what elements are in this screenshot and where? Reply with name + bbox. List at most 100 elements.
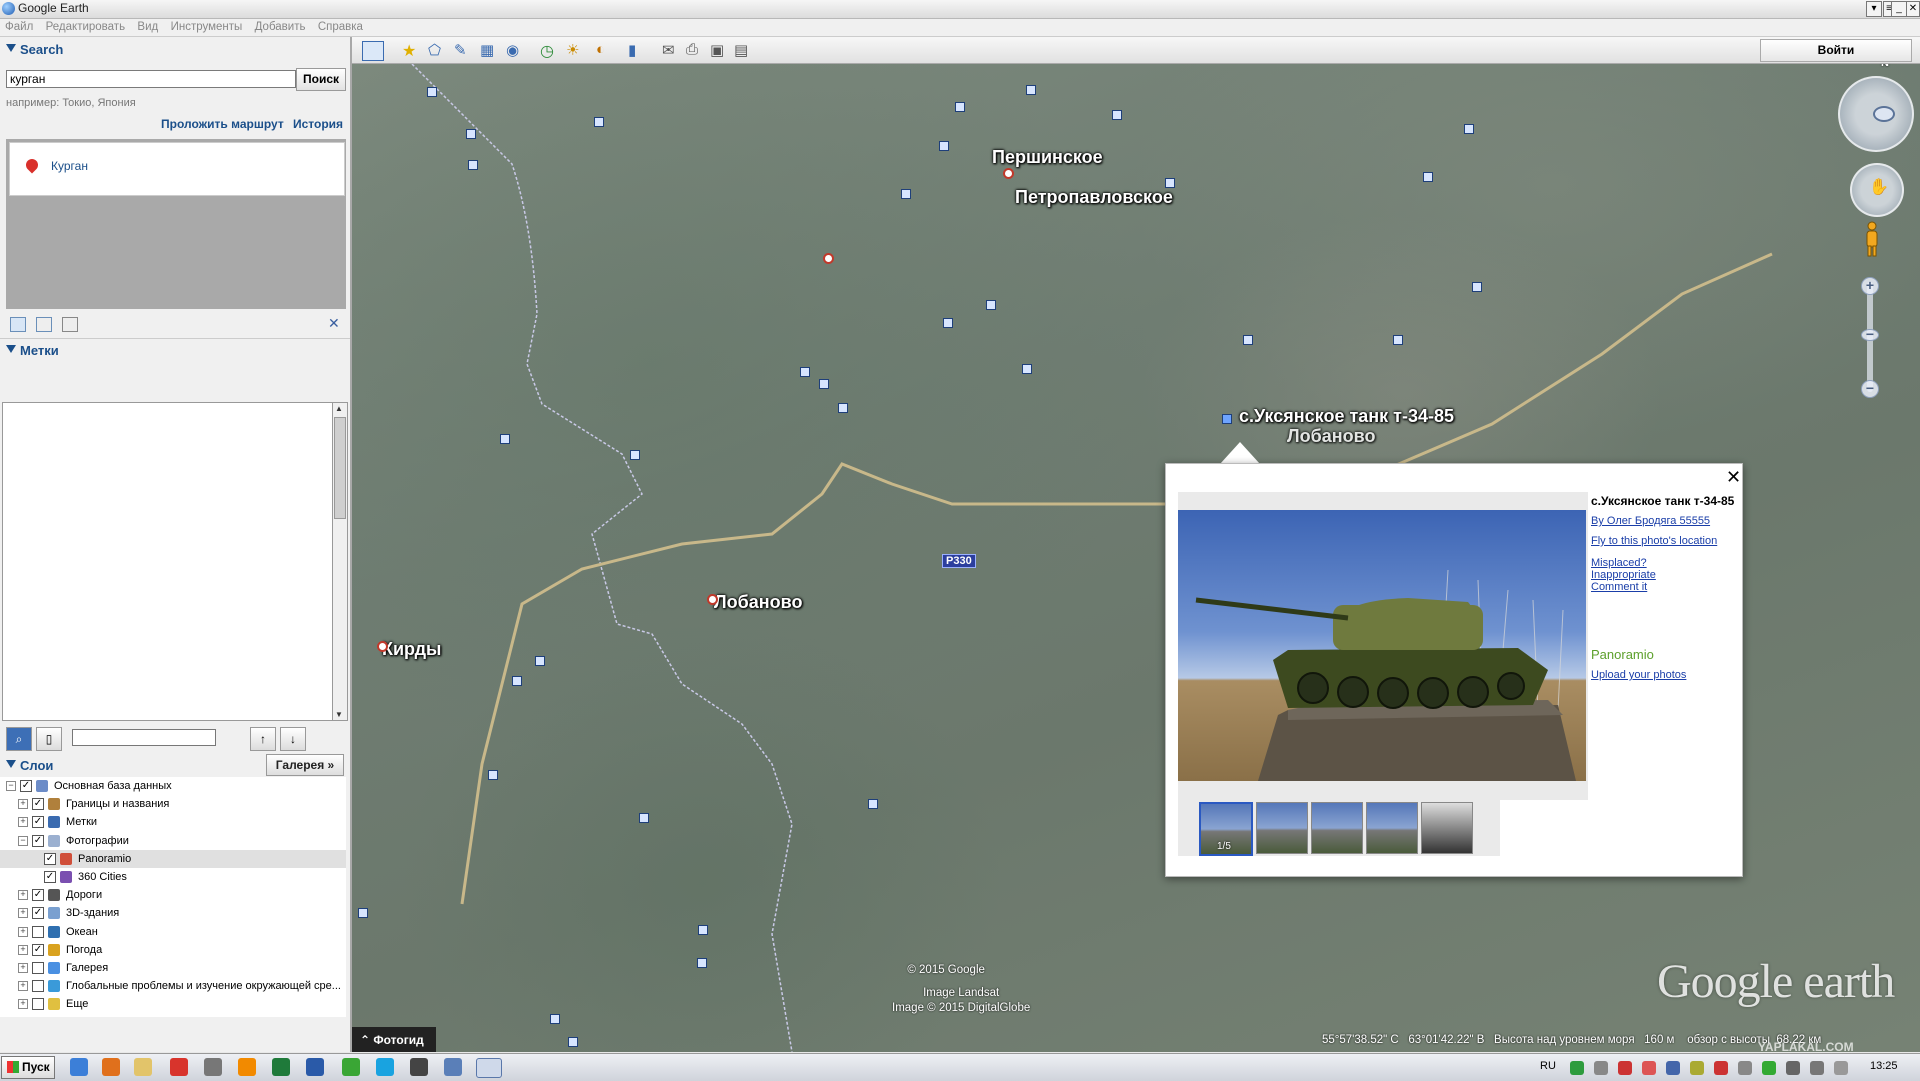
photo-thumbnail[interactable] [1421, 802, 1473, 854]
layer-checkbox[interactable]: ✓ [32, 943, 44, 956]
gallery-button[interactable]: Галерея » [266, 754, 344, 776]
skype-icon[interactable] [376, 1058, 394, 1076]
menu-file[interactable]: Файл [0, 20, 37, 33]
utorrent-icon[interactable] [342, 1058, 360, 1076]
vlc-icon[interactable] [238, 1058, 256, 1076]
village-marker[interactable] [1423, 172, 1433, 182]
layer-item[interactable]: + ✓ 3D-здания [0, 904, 346, 922]
expand-icon[interactable]: + [18, 908, 28, 919]
layer-item[interactable]: + ✓ Дороги [0, 886, 346, 904]
expand-icon[interactable]: + [18, 926, 28, 937]
planets-icon[interactable]: ◐ [596, 41, 616, 59]
village-marker[interactable] [488, 770, 498, 780]
add-path-icon[interactable]: ✎ [454, 41, 474, 59]
village-marker[interactable] [1243, 335, 1253, 345]
email-icon[interactable]: ✉ [662, 41, 682, 59]
village-marker[interactable] [819, 379, 829, 389]
village-marker[interactable] [986, 300, 996, 310]
layer-checkbox[interactable] [32, 925, 44, 938]
village-marker[interactable] [466, 129, 476, 139]
village-marker[interactable] [955, 102, 965, 112]
close-icon[interactable]: ✕ [328, 315, 340, 332]
village-marker[interactable] [800, 367, 810, 377]
places-scrollbar[interactable]: ▲ ▼ [332, 402, 348, 721]
add-polygon-icon[interactable]: ⬠ [428, 41, 448, 59]
tray-icon[interactable] [1570, 1061, 1584, 1075]
layer-checkbox[interactable] [32, 962, 44, 974]
arrow-down-icon[interactable]: ↓ [280, 727, 306, 751]
layer-item[interactable]: − ✓ Фотографии [0, 832, 346, 850]
search-input[interactable] [6, 70, 296, 88]
village-marker[interactable] [358, 908, 368, 918]
tray-icon[interactable] [1666, 1061, 1680, 1075]
place-label-pershinskoe[interactable]: Першинское [992, 147, 1103, 168]
ruler-icon[interactable]: ▮ [628, 41, 648, 59]
place-label-lobanovo-partial[interactable]: Лобаново [1287, 426, 1375, 447]
village-marker[interactable] [939, 141, 949, 151]
place-label-lobanovo[interactable]: Лобаново [714, 592, 802, 613]
places-filter-input[interactable] [72, 729, 216, 746]
photo-thumbnail[interactable] [1311, 802, 1363, 854]
add-overlay-icon[interactable]: ▦ [480, 41, 500, 59]
photo-thumbnail[interactable]: 1/5 [1199, 802, 1253, 856]
app-icon[interactable] [444, 1058, 462, 1076]
village-marker[interactable] [568, 1037, 578, 1047]
place-label-tank[interactable]: с.Уксянское танк т-34-85 [1239, 406, 1454, 427]
folder-icon[interactable] [134, 1058, 152, 1076]
panel-toggle-icon[interactable]: ▯ [36, 727, 62, 751]
word-icon[interactable] [306, 1058, 324, 1076]
village-marker[interactable] [1022, 364, 1032, 374]
village-marker[interactable] [943, 318, 953, 328]
north-indicator[interactable]: N [1881, 64, 1889, 69]
close-icon[interactable]: ✕ [1726, 467, 1741, 488]
layer-item[interactable]: + ✓ Границы и названия [0, 795, 346, 813]
ie-icon[interactable] [70, 1058, 88, 1076]
collapse-icon[interactable]: − [6, 781, 16, 791]
place-label-petropavlovskoe[interactable]: Петропавловское [1015, 187, 1173, 208]
menu-help[interactable]: Справка [313, 20, 367, 33]
google-earth-taskbar-button[interactable] [476, 1058, 502, 1078]
layer-checkbox[interactable]: ✓ [32, 889, 44, 902]
move-joystick[interactable]: ✋ [1850, 163, 1904, 217]
village-marker[interactable] [698, 925, 708, 935]
expand-icon[interactable]: + [18, 944, 28, 955]
layer-checkbox[interactable]: ✓ [32, 816, 44, 829]
photo-thumbnail[interactable] [1256, 802, 1308, 854]
collapse-icon[interactable]: − [18, 835, 28, 846]
tank-photo[interactable] [1178, 510, 1586, 781]
layer-item[interactable]: + Глобальные проблемы и изучение окружающ… [0, 977, 346, 995]
historical-imagery-icon[interactable]: ◷ [540, 41, 560, 60]
photo-thumbnail[interactable] [1366, 802, 1418, 854]
search-places-icon[interactable]: ⌕ [6, 727, 32, 751]
layer-checkbox[interactable]: ✓ [44, 871, 56, 883]
network-icon[interactable] [1810, 1061, 1824, 1075]
close-button[interactable]: ✕ [1906, 1, 1920, 17]
layer-item[interactable]: − ✓ Основная база данных [0, 777, 346, 795]
village-marker[interactable] [838, 403, 848, 413]
layer-checkbox[interactable]: ✓ [44, 852, 56, 865]
fly-to-location-link[interactable]: Fly to this photo's location [1591, 535, 1717, 547]
tray-icon[interactable] [1762, 1061, 1776, 1075]
expand-icon[interactable]: + [18, 817, 28, 828]
misplaced-link[interactable]: Misplaced? [1591, 557, 1647, 569]
scroll-down-icon[interactable]: ▼ [335, 710, 343, 719]
app-icon[interactable] [410, 1058, 428, 1076]
village-marker[interactable] [427, 87, 437, 97]
search-result-item[interactable]: Курган [9, 142, 345, 196]
village-marker[interactable] [1026, 85, 1036, 95]
map-view[interactable]: Першинское Петропавловское Лобаново Кирд… [352, 64, 1920, 1052]
opera-icon[interactable] [170, 1058, 188, 1076]
layer-item[interactable]: + ✓ Погода [0, 941, 346, 959]
menu-tools[interactable]: Инструменты [166, 20, 247, 33]
arrow-up-icon[interactable]: ↑ [250, 727, 276, 751]
menu-edit[interactable]: Редактировать [41, 20, 129, 33]
village-marker[interactable] [630, 450, 640, 460]
search-button[interactable]: Поиск [296, 68, 346, 91]
village-marker[interactable] [468, 160, 478, 170]
town-marker[interactable] [707, 594, 718, 605]
layer-checkbox[interactable] [32, 980, 44, 993]
village-marker[interactable] [639, 813, 649, 823]
clock[interactable]: 13:25 [1870, 1060, 1898, 1072]
village-marker[interactable] [500, 434, 510, 444]
panoramio-photo-marker[interactable] [1222, 414, 1232, 424]
